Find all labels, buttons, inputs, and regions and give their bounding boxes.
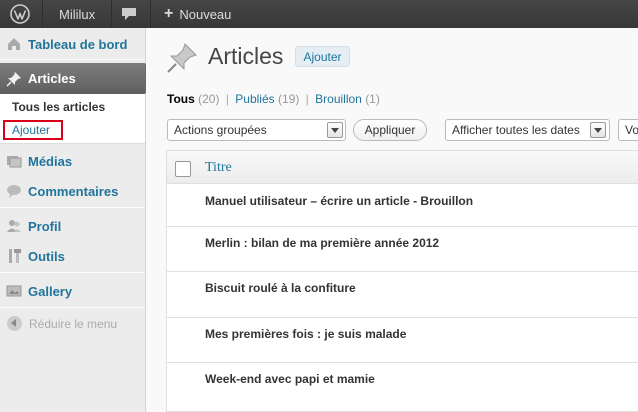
filter-draft-count: (1) — [365, 92, 380, 106]
sidebar-item-label: Médias — [28, 153, 73, 169]
sidebar-item-profile[interactable]: Profil — [0, 211, 145, 241]
sidebar-item-label: Outils — [28, 248, 65, 264]
sidebar-item-label: Tableau de bord — [28, 36, 128, 52]
sidebar-divider — [0, 272, 145, 273]
wordpress-logo-icon[interactable] — [10, 0, 30, 28]
select-all-checkbox[interactable] — [175, 161, 191, 177]
sidebar-item-label: Profil — [28, 218, 62, 234]
adminbar-divider — [42, 0, 43, 28]
comments-bubble-icon[interactable] — [120, 0, 138, 28]
status-filters: Tous (20) | Publiés (19) | Brouillon (1) — [167, 92, 380, 106]
chevron-down-icon — [590, 122, 606, 138]
tools-icon — [6, 248, 22, 264]
category-filter-select[interactable]: Vo — [618, 119, 638, 141]
sidebar-item-comments[interactable]: Commentaires — [0, 176, 145, 206]
post-title-link[interactable]: Mes premières fois : je suis malade — [205, 327, 406, 341]
gallery-icon — [6, 283, 22, 299]
category-filter-value: Vo — [625, 123, 638, 137]
post-title-link[interactable]: Merlin : bilan de ma première année 2012 — [205, 236, 439, 250]
sidebar-item-gallery[interactable]: Gallery — [0, 276, 145, 306]
new-content-label: Nouveau — [179, 6, 232, 22]
sidebar-divider — [0, 307, 145, 308]
date-filter-select[interactable]: Afficher toutes les dates — [445, 119, 610, 141]
main-content: Articles Ajouter Tous (20) | Publiés (19… — [146, 28, 638, 412]
apply-button[interactable]: Appliquer — [353, 119, 427, 141]
table-header: Titre — [167, 151, 638, 184]
sidebar-item-label: Gallery — [28, 283, 73, 299]
media-icon — [6, 153, 22, 169]
adminbar-divider — [150, 0, 151, 28]
table-row[interactable]: Mes premières fois : je suis malade — [167, 318, 638, 363]
filter-published-count: (19) — [277, 92, 300, 106]
admin-sidebar: Tableau de bord Articles Tous les articl… — [0, 28, 154, 412]
sidebar-item-tools[interactable]: Outils — [0, 241, 145, 271]
post-title-link[interactable]: Week-end avec papi et mamie — [205, 372, 375, 386]
post-title-link[interactable]: Manuel utilisateur – écrire un article -… — [205, 194, 473, 208]
adminbar-divider — [111, 0, 112, 28]
pushpin-icon — [6, 71, 22, 87]
table-row[interactable]: Biscuit roulé à la confiture — [167, 272, 638, 318]
sidebar-divider — [0, 59, 145, 60]
sidebar-divider — [0, 207, 145, 208]
sidebar-item-dashboard[interactable]: Tableau de bord — [0, 29, 145, 59]
filter-all[interactable]: Tous — [167, 92, 195, 106]
bulk-actions-value: Actions groupées — [174, 123, 267, 137]
sidebar-item-medias[interactable]: Médias — [0, 146, 145, 176]
articles-submenu: Tous les articles Ajouter — [0, 94, 145, 144]
page-title: Articles — [208, 43, 284, 69]
plus-icon: + — [164, 5, 174, 22]
date-filter-value: Afficher toutes les dates — [452, 123, 580, 137]
sidebar-item-label: Commentaires — [28, 183, 119, 199]
table-row[interactable]: Merlin : bilan de ma première année 2012 — [167, 227, 638, 272]
dashboard-icon — [6, 36, 22, 52]
bulk-actions-select[interactable]: Actions groupées — [167, 119, 346, 141]
add-article-button[interactable]: Ajouter — [295, 46, 350, 67]
new-content-link[interactable]: + Nouveau — [164, 0, 231, 28]
posts-table: Titre Manuel utilisateur – écrire un art… — [166, 150, 638, 412]
admin-bar: Mililux + Nouveau — [0, 0, 638, 28]
filter-draft[interactable]: Brouillon — [315, 92, 362, 106]
collapse-menu-button[interactable]: Réduire le menu — [0, 311, 145, 337]
column-title-header[interactable]: Titre — [205, 160, 232, 176]
filter-separator: | — [225, 92, 229, 106]
pushpin-icon — [166, 42, 198, 77]
site-name-label: Mililux — [59, 6, 96, 22]
site-name-link[interactable]: Mililux — [59, 0, 95, 28]
filter-separator: | — [305, 92, 309, 106]
collapse-arrow-icon — [7, 316, 22, 331]
users-icon — [6, 218, 22, 234]
table-row[interactable]: Manuel utilisateur – écrire un article -… — [167, 185, 638, 227]
filter-published[interactable]: Publiés — [235, 92, 274, 106]
sidebar-item-articles[interactable]: Articles — [0, 63, 154, 94]
submenu-add-article[interactable]: Ajouter — [12, 123, 50, 137]
comment-bubble-icon — [6, 183, 22, 199]
filter-all-count: (20) — [198, 92, 220, 106]
collapse-menu-label: Réduire le menu — [29, 317, 118, 331]
submenu-all-articles[interactable]: Tous les articles — [12, 100, 105, 114]
table-row[interactable]: Week-end avec papi et mamie — [167, 363, 638, 412]
sidebar-item-label: Articles — [28, 71, 76, 86]
chevron-down-icon — [327, 122, 343, 138]
post-title-link[interactable]: Biscuit roulé à la confiture — [205, 281, 356, 295]
